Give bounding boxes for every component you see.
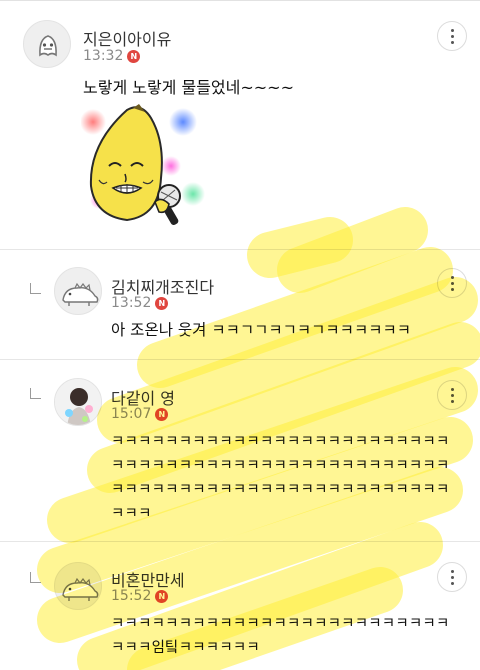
comment-text: 노랗게 노랗게 물들었네~~~~ bbox=[83, 78, 294, 97]
avatar[interactable] bbox=[54, 267, 102, 315]
more-options-icon bbox=[451, 276, 454, 279]
banana-singing-sticker bbox=[80, 104, 205, 228]
more-options-button[interactable] bbox=[437, 21, 467, 51]
reply-arrow-icon bbox=[30, 572, 41, 583]
avatar[interactable] bbox=[54, 562, 102, 610]
avatar[interactable] bbox=[54, 378, 102, 426]
more-options-icon bbox=[451, 570, 454, 573]
comment-time: 15:07 N bbox=[111, 406, 169, 422]
photo-profile-icon bbox=[55, 379, 101, 425]
comment-time: 13:52 N bbox=[111, 295, 169, 311]
comment-item: 지은이아이유 13:32 N 노랗게 노랗게 물들었네~~~~ bbox=[0, 0, 480, 250]
comment-item: 비혼만만세 15:52 N ㅋㅋㅋㅋㅋㅋㅋㅋㅋㅋㅋㅋㅋㅋㅋㅋㅋㅋㅋㅋㅋㅋㅋㅋㅋㅋㅋ… bbox=[0, 542, 480, 670]
new-badge-icon: N bbox=[155, 590, 169, 603]
more-options-button[interactable] bbox=[437, 562, 467, 592]
more-options-icon bbox=[451, 29, 454, 32]
comment-text: 아 조온나 웃겨 ㅋㅋㄱㄱㅋㄱㅋㄱㅋㅋㅋㅋㅋㅋ bbox=[111, 321, 411, 339]
more-options-button[interactable] bbox=[437, 380, 467, 410]
avatar[interactable] bbox=[23, 20, 71, 68]
comment-time-text: 15:07 bbox=[111, 406, 152, 422]
comment-text: ㅋㅋㅋㅋㅋㅋㅋㅋㅋㅋㅋㅋㅋㅋㅋㅋㅋㅋㅋㅋㅋㅋㅋㅋㅋㅋㅋㅋㅋㅋㅋㅋㅋㅋㅋㅋㅋㅋㅋㅋ… bbox=[111, 434, 450, 522]
dinosaur-profile-icon bbox=[62, 577, 99, 601]
more-options-button[interactable] bbox=[437, 268, 467, 298]
comment-time: 15:52 N bbox=[111, 588, 169, 604]
reply-arrow-icon bbox=[30, 388, 41, 399]
default-profile-icon bbox=[39, 35, 57, 57]
comment-time-text: 15:52 bbox=[111, 588, 152, 604]
comment-nickname[interactable]: 지은이아이유 bbox=[83, 26, 171, 50]
comment-time-text: 13:32 bbox=[83, 48, 124, 64]
comment-time-text: 13:52 bbox=[111, 295, 152, 311]
new-badge-icon: N bbox=[155, 408, 169, 421]
more-options-icon bbox=[451, 388, 454, 391]
new-badge-icon: N bbox=[127, 50, 141, 63]
comment-item: 김치찌개조진다 13:52 N 아 조온나 웃겨 ㅋㅋㄱㄱㅋㄱㅋㄱㅋㅋㅋㅋㅋㅋ bbox=[0, 250, 480, 360]
dinosaur-profile-icon bbox=[62, 282, 99, 306]
reply-arrow-icon bbox=[30, 283, 41, 294]
comment-item: 다같이 영 15:07 N ㅋㅋㅋㅋㅋㅋㅋㅋㅋㅋㅋㅋㅋㅋㅋㅋㅋㅋㅋㅋㅋㅋㅋㅋㅋㅋㅋ… bbox=[0, 360, 480, 542]
new-badge-icon: N bbox=[155, 297, 169, 310]
comment-time: 13:32 N bbox=[83, 48, 141, 64]
comment-text: ㅋㅋㅋㅋㅋㅋㅋㅋㅋㅋㅋㅋㅋㅋㅋㅋㅋㅋㅋㅋㅋㅋㅋㅋㅋㅋㅋㅋ임팈ㅋㅋㅋㅋㅋㅋ bbox=[111, 616, 450, 656]
